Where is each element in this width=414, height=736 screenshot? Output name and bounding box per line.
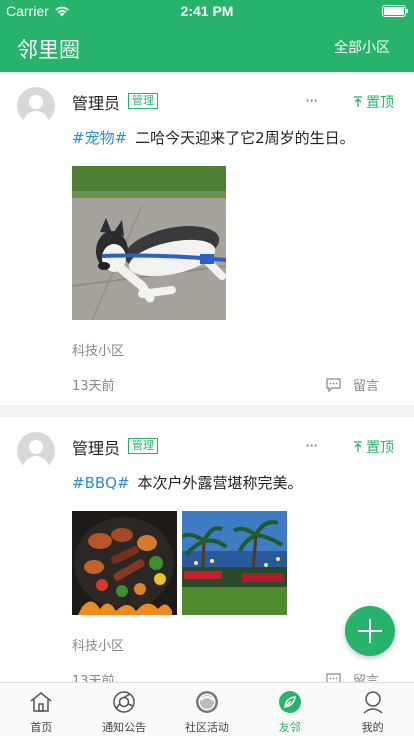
comment-icon	[326, 672, 341, 682]
topic-tag[interactable]: #宠物#	[72, 129, 127, 147]
tab-home-label: 首页	[30, 721, 53, 734]
camp-image	[182, 511, 287, 615]
community-label[interactable]: 科技小区	[72, 635, 124, 654]
navigation-bar: 邻里圈 全部小区	[0, 22, 414, 72]
post-card[interactable]: 管理员 管理 ··· 置顶 #宠物# 二哈今天迎来了它2周岁的生日。 科技小区 …	[0, 72, 414, 405]
comment-label: 留言	[353, 379, 380, 394]
more-options-button[interactable]: ···	[305, 436, 318, 455]
post-content: #宠物# 二哈今天迎来了它2周岁的生日。	[72, 127, 355, 148]
pin-icon	[354, 441, 362, 452]
add-post-button[interactable]	[345, 606, 395, 656]
community-filter-button[interactable]: 全部小区	[334, 37, 390, 57]
tab-profile[interactable]: 我的	[331, 683, 414, 736]
comment-button[interactable]: 留言	[326, 670, 379, 682]
more-options-button[interactable]: ···	[305, 91, 318, 110]
post-text: 本次户外露营堪称完美。	[137, 474, 303, 492]
home-icon	[30, 692, 52, 712]
pin-label: 置顶	[366, 95, 394, 111]
topic-tag[interactable]: #BBQ#	[72, 474, 130, 492]
tab-bar: 首页 通知公告 社区活动 友邻 我的	[0, 682, 414, 736]
post-time: 13天前	[72, 379, 115, 394]
post-text: 二哈今天迎来了它2周岁的生日。	[135, 129, 355, 147]
post-photo-husky[interactable]	[72, 166, 226, 320]
community-label[interactable]: 科技小区	[72, 340, 124, 359]
avatar[interactable]	[17, 87, 55, 125]
profile-icon	[363, 691, 383, 714]
pin-icon	[354, 96, 362, 107]
neighbor-icon	[278, 691, 301, 713]
battery-icon	[382, 5, 408, 17]
admin-badge: 管理	[128, 93, 158, 109]
clock: 2:41 PM	[180, 3, 234, 19]
tab-home[interactable]: 首页	[0, 683, 83, 736]
comment-icon	[326, 377, 341, 392]
post-feed[interactable]: 管理员 管理 ··· 置顶 #宠物# 二哈今天迎来了它2周岁的生日。 科技小区 …	[0, 72, 414, 682]
avatar[interactable]	[17, 432, 55, 470]
tab-profile-label: 我的	[361, 721, 384, 734]
page-title: 邻里圈	[17, 38, 80, 62]
activity-icon	[195, 691, 218, 713]
comment-button[interactable]: 留言	[326, 375, 379, 394]
post-time: 13天前	[72, 674, 115, 682]
admin-badge: 管理	[128, 438, 158, 454]
tab-neighbor[interactable]: 友邻	[248, 683, 331, 736]
tab-activity[interactable]: 社区活动	[166, 683, 249, 736]
bbq-image	[72, 511, 177, 615]
notice-icon	[113, 691, 135, 713]
post-content: #BBQ# 本次户外露营堪称完美。	[72, 472, 303, 493]
tab-neighbor-label: 友邻	[278, 721, 301, 734]
husky-image	[72, 166, 226, 320]
post-photo-camp[interactable]	[182, 511, 287, 615]
pin-label: 置顶	[366, 440, 394, 456]
tab-notice-label: 通知公告	[102, 721, 147, 734]
post-photo-bbq[interactable]	[72, 511, 177, 615]
pin-top-button[interactable]: 置顶	[353, 437, 394, 457]
comment-label: 留言	[353, 674, 380, 682]
pin-top-button[interactable]: 置顶	[353, 92, 394, 112]
username[interactable]: 管理员	[72, 435, 120, 459]
tab-notice[interactable]: 通知公告	[83, 683, 166, 736]
username[interactable]: 管理员	[72, 90, 120, 114]
status-bar: Carrier 2:41 PM	[0, 0, 414, 22]
tab-activity-label: 社区活动	[184, 721, 229, 734]
